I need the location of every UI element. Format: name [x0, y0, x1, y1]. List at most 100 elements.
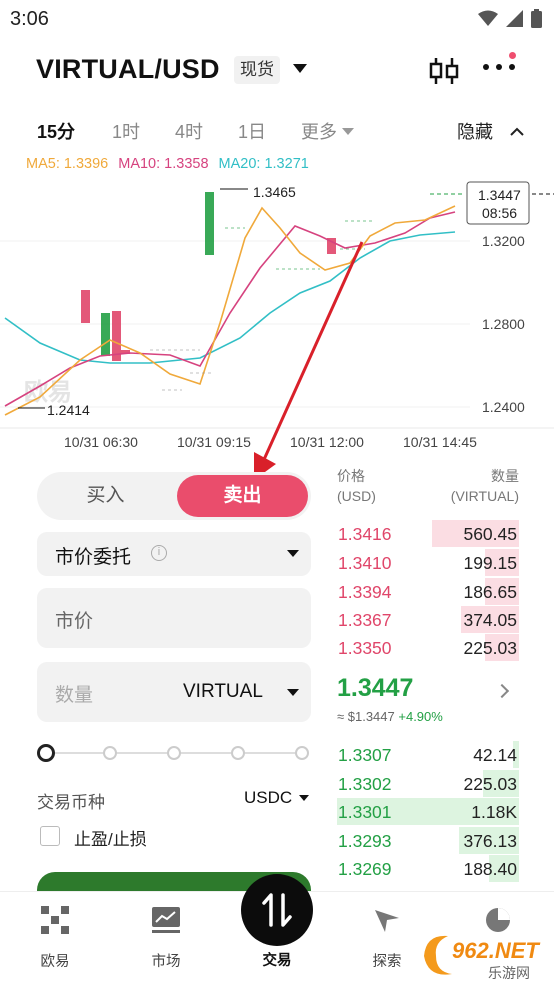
slider-step-100[interactable] [295, 746, 309, 760]
ask-price: 1.3410 [338, 553, 392, 573]
info-icon[interactable]: i [151, 545, 167, 561]
quantity-placeholder: 数量 [55, 685, 94, 706]
buy-tab[interactable]: 买入 [37, 472, 174, 520]
chevron-down-icon[interactable] [293, 64, 307, 73]
bid-row[interactable]: 1.3293 376.13 [337, 826, 519, 854]
ask-qty: 560.45 [463, 524, 517, 544]
timeframe-1h[interactable]: 1时 [112, 118, 140, 144]
chevron-down-icon[interactable] [287, 689, 299, 696]
notification-dot [509, 52, 516, 59]
last-price-tag-value: 1.3447 [478, 187, 521, 203]
watermark-site: 962.NET [452, 938, 540, 963]
tab-label: 欧易 [40, 954, 70, 970]
quantity-input[interactable]: 数量 VIRTUAL [37, 662, 311, 722]
tab-trade[interactable]: 交易 [237, 949, 317, 970]
orderbook-price-unit: (USD) [337, 488, 376, 504]
time-tick: 10/31 06:30 [64, 434, 138, 450]
wifi-icon [478, 10, 498, 26]
chevron-down-icon[interactable] [299, 795, 309, 801]
timeframe-1d[interactable]: 1日 [238, 118, 266, 144]
bid-qty: 376.13 [463, 831, 517, 851]
market-type-badge: 现货 [234, 56, 280, 84]
trade-currency-select[interactable]: USDC [244, 788, 292, 808]
bid-price: 1.3293 [338, 831, 392, 851]
timeframe-more[interactable]: 更多 [301, 118, 354, 144]
sell-tab[interactable]: 卖出 [177, 475, 308, 517]
ask-price: 1.3416 [338, 524, 392, 544]
time-tick: 10/31 14:45 [403, 434, 477, 450]
pair-header: VIRTUAL/USD 现货 [0, 44, 554, 100]
candlestick-chart-icon[interactable] [428, 56, 460, 86]
bid-qty: 188.40 [463, 859, 517, 879]
tab-label: 市场 [151, 954, 181, 970]
slider-step-50[interactable] [167, 746, 181, 760]
signal-icon [506, 10, 523, 27]
ask-price: 1.3350 [338, 638, 392, 658]
amount-slider[interactable] [37, 742, 311, 764]
ask-row[interactable]: 1.3416 560.45 [337, 519, 519, 547]
price-axis: 1.3200 1.2800 1.2400 [482, 233, 525, 415]
ask-row[interactable]: 1.3410 199.15 [337, 548, 519, 576]
more-dots-icon[interactable] [482, 62, 516, 72]
slider-step-25[interactable] [103, 746, 117, 760]
last-price: 1.3447 [337, 674, 414, 702]
status-icons [478, 9, 542, 28]
candle-countdown: 08:56 [482, 205, 517, 221]
candle [101, 313, 110, 356]
ask-row[interactable]: 1.3367 374.05 [337, 605, 519, 633]
ask-price: 1.3394 [338, 582, 392, 602]
bid-row[interactable]: 1.3302 225.03 [337, 769, 519, 797]
ask-qty: 374.05 [463, 610, 517, 630]
ask-qty: 199.15 [463, 553, 517, 573]
timeframe-bar: 15分 1时 4时 1日 更多 隐藏 [0, 112, 554, 146]
price-tick: 1.3200 [482, 233, 525, 249]
chevron-up-icon [510, 127, 524, 136]
bid-row[interactable]: 1.3301 1.18K [337, 797, 519, 825]
last-price-tag: 1.3447 08:56 [430, 181, 554, 225]
bid-price: 1.3307 [338, 745, 392, 765]
trade-fab-button[interactable] [241, 874, 313, 946]
last-price-usd-value: ≈ $1.3447 [337, 709, 395, 724]
bid-price: 1.3269 [338, 859, 392, 879]
trade-currency-label: 交易币种 [37, 793, 105, 812]
bid-qty: 1.18K [471, 802, 517, 822]
timeframe-4h[interactable]: 4时 [175, 118, 203, 144]
chevron-down-icon [287, 550, 299, 557]
price-tick: 1.2800 [482, 316, 525, 332]
annotation-arrow-icon [254, 241, 364, 480]
bid-price: 1.3302 [338, 774, 392, 794]
tab-okx[interactable]: 欧易 [15, 904, 95, 971]
quantity-unit[interactable]: VIRTUAL [183, 681, 263, 703]
orderbook-price-header: 价格 [337, 468, 365, 484]
low-price-label: 1.2414 [47, 402, 90, 418]
order-type-select[interactable]: 市价委托 i [37, 532, 311, 576]
ma-legend: MA5: 1.3396 MA10: 1.3358 MA20: 1.3271 [26, 156, 309, 172]
tp-sl-checkbox[interactable] [40, 826, 60, 846]
price-input[interactable]: 市价 [37, 588, 311, 648]
ask-qty: 225.03 [463, 638, 517, 658]
orderbook-qty-header: 数量 [491, 468, 519, 484]
price-input-label: 市价 [55, 611, 94, 632]
status-time: 3:06 [10, 8, 49, 30]
candle [81, 290, 90, 323]
ask-row[interactable]: 1.3350 225.03 [337, 633, 519, 661]
explore-compass-icon [375, 910, 399, 932]
slider-handle[interactable] [37, 744, 55, 762]
ask-price: 1.3367 [338, 610, 392, 630]
tab-market[interactable]: 市场 [126, 904, 206, 971]
ask-row[interactable]: 1.3394 186.65 [337, 577, 519, 605]
tp-sl-label: 止盈/止损 [74, 830, 147, 849]
ma10-value: MA10: 1.3358 [118, 156, 209, 172]
chevron-right-icon[interactable] [494, 683, 510, 699]
price-change: +4.90% [398, 709, 443, 724]
side-toggle: 买入 卖出 [37, 472, 311, 520]
slider-step-75[interactable] [231, 746, 245, 760]
bid-qty: 42.14 [473, 745, 517, 765]
hide-chart-toggle[interactable]: 隐藏 [457, 118, 524, 144]
bid-row[interactable]: 1.3307 42.14 [337, 740, 519, 768]
chevron-down-icon [342, 128, 354, 135]
bid-row[interactable]: 1.3269 188.40 [337, 854, 519, 882]
price-tick: 1.2400 [482, 399, 525, 415]
pair-title[interactable]: VIRTUAL/USD [36, 54, 220, 85]
timeframe-15m[interactable]: 15分 [37, 118, 75, 144]
